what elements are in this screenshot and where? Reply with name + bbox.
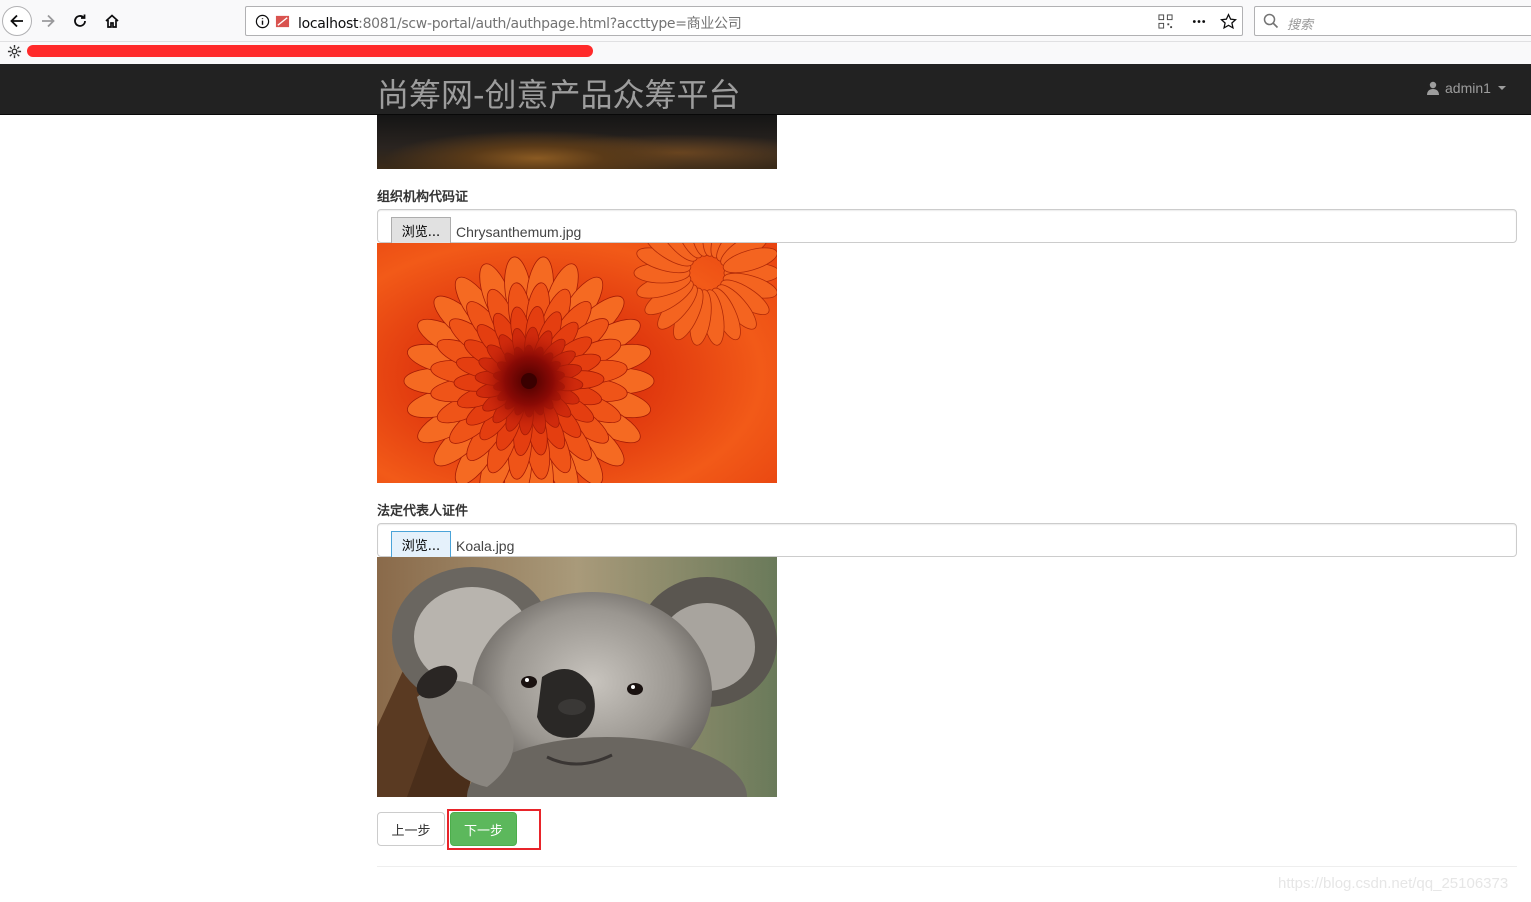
user-icon xyxy=(1427,81,1439,95)
brand-title[interactable]: 尚筹网-创意产品众筹平台 xyxy=(377,70,741,116)
reload-button[interactable] xyxy=(67,8,93,34)
back-button[interactable] xyxy=(2,6,32,36)
koala-image-preview xyxy=(377,557,777,797)
url-bar[interactable]: localhost:8081/scw-portal/auth/authpage.… xyxy=(245,6,1243,36)
watermark: https://blog.csdn.net/qq_25106373 xyxy=(1278,875,1509,892)
divider xyxy=(377,866,1517,867)
org-code-label: 组织机构代码证 xyxy=(377,190,469,205)
url-host: localhost xyxy=(298,16,359,32)
legal-rep-file-name: Koala.jpg xyxy=(456,538,515,554)
arrow-left-icon xyxy=(10,14,23,28)
site-favicon-icon xyxy=(275,15,290,28)
user-menu[interactable]: admin1 xyxy=(1426,80,1506,96)
browser-toolbar: localhost:8081/scw-portal/auth/authpage.… xyxy=(0,0,1531,42)
legal-rep-label: 法定代表人证件 xyxy=(377,504,469,519)
url-path: :8081/scw-portal/auth/authpage.html?acct… xyxy=(358,16,742,32)
info-icon[interactable] xyxy=(255,14,270,29)
reload-icon xyxy=(74,14,86,27)
url-text: localhost:8081/scw-portal/auth/authpage.… xyxy=(298,13,742,33)
forward-button[interactable] xyxy=(35,8,61,34)
legal-rep-file-input[interactable]: 浏览... Koala.jpg xyxy=(377,523,1517,558)
arrow-right-icon xyxy=(42,14,55,28)
more-actions-icon[interactable] xyxy=(1191,14,1207,29)
uploaded-image-preview-partial xyxy=(377,115,777,169)
org-code-browse-button[interactable]: 浏览... xyxy=(391,217,451,244)
org-code-file-name: Chrysanthemum.jpg xyxy=(456,224,582,240)
search-icon xyxy=(1263,13,1279,29)
legal-rep-browse-button[interactable]: 浏览... xyxy=(391,531,451,558)
home-button[interactable] xyxy=(99,8,125,34)
redacted-bookmarks-scribble xyxy=(27,45,593,57)
previous-step-button[interactable]: 上一步 xyxy=(377,812,445,846)
app-navbar: 尚筹网-创意产品众筹平台 admin1 xyxy=(0,64,1531,115)
user-name: admin1 xyxy=(1445,80,1491,96)
bookmark-star-icon[interactable] xyxy=(1220,13,1237,30)
qr-code-icon[interactable] xyxy=(1158,14,1173,29)
annotation-highlight-box xyxy=(447,809,541,850)
caret-down-icon xyxy=(1497,86,1506,90)
org-code-file-input[interactable]: 浏览... Chrysanthemum.jpg xyxy=(377,209,1517,244)
search-placeholder: 搜索 xyxy=(1287,17,1314,32)
chrysanthemum-image-preview xyxy=(377,243,777,483)
home-icon xyxy=(105,14,119,28)
search-bar[interactable]: 搜索 xyxy=(1254,6,1531,36)
gear-icon[interactable] xyxy=(7,44,22,59)
